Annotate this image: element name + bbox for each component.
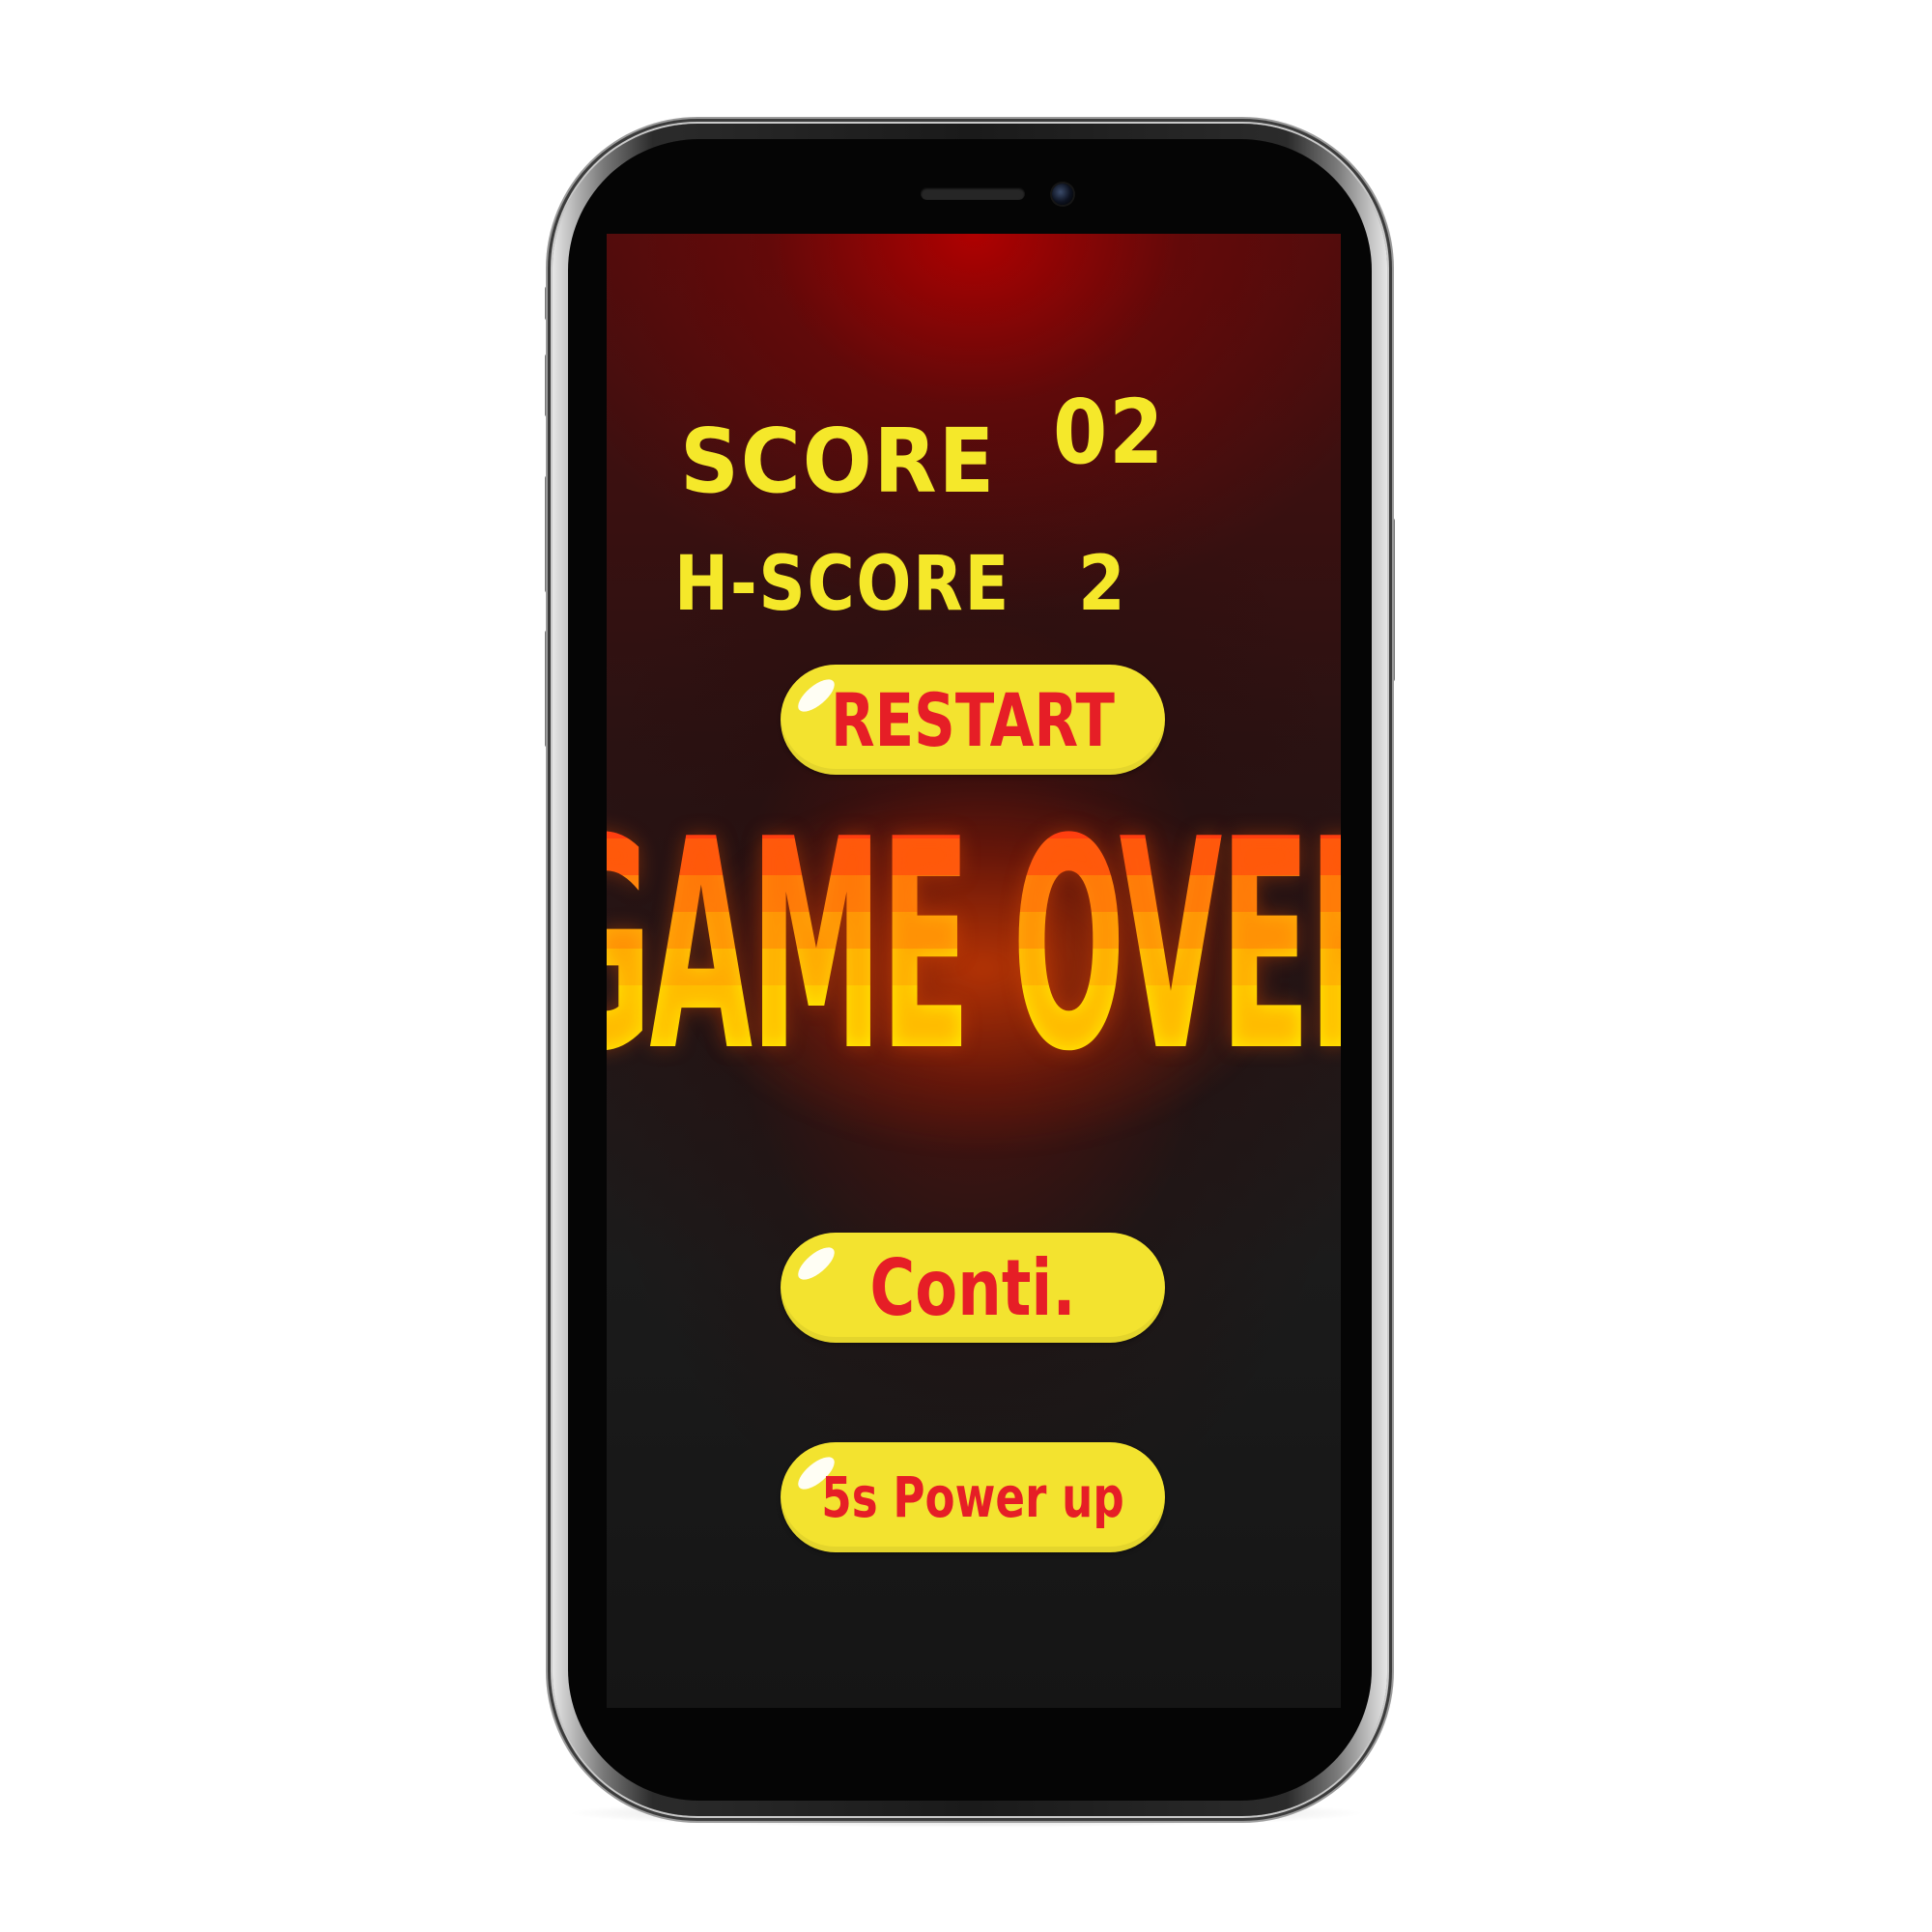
high-score-label: H-SCORE — [674, 541, 1011, 628]
score-label: SCORE — [680, 410, 997, 513]
game-over-title: GAME OVER — [607, 802, 1341, 1092]
high-score-value: 2 — [1078, 541, 1127, 628]
score-value: 02 — [1053, 381, 1166, 484]
power-up-label: 5s Power up — [821, 1464, 1124, 1530]
restart-label: RESTART — [831, 676, 1115, 763]
volume-down-button — [545, 475, 553, 593]
front-camera-icon — [1052, 184, 1073, 205]
continue-button[interactable]: Conti. — [781, 1233, 1165, 1343]
volume-up-button — [545, 354, 553, 417]
volume-button-lower — [545, 630, 553, 748]
game-over-text: GAME OVER — [607, 802, 1341, 1092]
continue-label: Conti. — [869, 1242, 1076, 1333]
power-button — [1387, 518, 1395, 682]
game-screen[interactable]: SCORE 02 H-SCORE 2 RESTART GAME OVER Con… — [607, 234, 1341, 1708]
mute-switch — [545, 286, 553, 321]
earpiece-speaker — [921, 187, 1025, 200]
restart-button[interactable]: RESTART — [781, 665, 1165, 775]
power-up-button[interactable]: 5s Power up — [781, 1442, 1165, 1552]
